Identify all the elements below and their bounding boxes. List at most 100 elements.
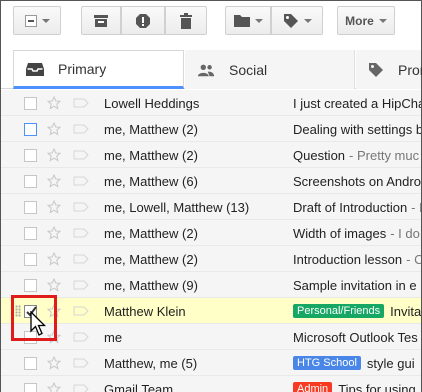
- row-checkbox[interactable]: [24, 357, 37, 370]
- email-row[interactable]: me, Matthew (2) Introduction lesson- C: [1, 246, 421, 272]
- email-subject: Screenshots on Andro: [293, 173, 421, 189]
- row-checkbox[interactable]: [24, 383, 37, 392]
- archive-icon: [94, 14, 108, 27]
- email-subject-line: Introduction lesson- C: [293, 246, 421, 271]
- row-checkbox[interactable]: [24, 253, 37, 266]
- email-row[interactable]: Matthew, me (5) HTG School style gui: [1, 350, 421, 376]
- email-label-badge[interactable]: Personal/Friends: [293, 304, 385, 318]
- chevron-down-icon: [254, 18, 263, 23]
- importance-marker-icon[interactable]: [73, 90, 89, 115]
- tab-promotions[interactable]: Prom: [356, 50, 422, 89]
- email-row[interactable]: me, Matthew (2) Dealing with settings b: [1, 116, 421, 142]
- select-checkbox-icon: [24, 14, 37, 27]
- email-sender: Matthew Klein: [104, 303, 186, 319]
- email-snippet: - Pretty muc: [349, 147, 420, 163]
- more-button[interactable]: More: [337, 6, 395, 35]
- email-subject-line: Microsoft Outlook Tes: [293, 324, 421, 349]
- archive-button[interactable]: [81, 6, 121, 35]
- email-subject-line: Sample invitation in e: [293, 272, 421, 297]
- email-sender: me, Matthew (2): [104, 147, 198, 163]
- tag-icon: [368, 62, 384, 78]
- importance-marker-icon[interactable]: [73, 142, 89, 167]
- select-dropdown-button[interactable]: [13, 6, 61, 35]
- row-checkbox[interactable]: [24, 175, 37, 188]
- email-sender: me, Matthew (9): [104, 277, 198, 293]
- email-sender: Gmail Team: [104, 381, 174, 392]
- email-sender: Matthew, me (5): [104, 355, 198, 371]
- email-subject-line: I just created a HipCha: [293, 90, 421, 115]
- delete-button[interactable]: [165, 6, 207, 35]
- importance-marker-icon[interactable]: [73, 350, 89, 375]
- email-subject-line: Personal/Friends Invita: [293, 298, 421, 323]
- email-row[interactable]: Gmail Team Admin Tips for using: [1, 376, 421, 392]
- email-row[interactable]: me, Lowell, Matthew (13) Draft of Introdu…: [1, 194, 421, 220]
- email-label-badge[interactable]: Admin: [293, 382, 333, 392]
- importance-marker-icon[interactable]: [73, 376, 89, 392]
- star-icon[interactable]: [47, 116, 61, 141]
- importance-marker-icon[interactable]: [73, 194, 89, 219]
- star-icon[interactable]: [47, 350, 61, 375]
- email-subject: Dealing with settings b: [293, 121, 421, 137]
- importance-marker-icon[interactable]: [73, 324, 89, 349]
- importance-marker-icon[interactable]: [73, 220, 89, 245]
- star-icon[interactable]: [47, 194, 61, 219]
- people-icon: [197, 62, 215, 78]
- email-snippet: - C: [406, 251, 421, 267]
- importance-marker-icon[interactable]: [73, 116, 89, 141]
- email-row[interactable]: me, Matthew (9) Sample invitation in e: [1, 272, 421, 298]
- importance-marker-icon[interactable]: [73, 168, 89, 193]
- chevron-down-icon: [303, 18, 312, 23]
- row-checkbox[interactable]: [24, 227, 37, 240]
- importance-marker-icon[interactable]: [73, 298, 89, 323]
- email-row[interactable]: Lowell Heddings I just created a HipCha: [1, 90, 421, 116]
- row-checkbox[interactable]: [24, 279, 37, 292]
- star-icon[interactable]: [47, 90, 61, 115]
- email-snippet: - N: [411, 199, 421, 215]
- email-sender: me, Lowell, Matthew (13): [104, 199, 250, 215]
- email-row[interactable]: me, Matthew (2) Width of images - I do: [1, 220, 421, 246]
- email-list: Lowell Heddings I just created a HipCha me…: [1, 90, 421, 392]
- report-spam-icon: [136, 13, 150, 28]
- email-row[interactable]: Matthew Klein Personal/Friends Invita: [1, 298, 421, 324]
- report-spam-button[interactable]: [121, 6, 165, 35]
- row-checkbox[interactable]: [24, 149, 37, 162]
- email-subject: Width of images: [293, 225, 387, 241]
- email-subject: style gui: [366, 355, 415, 371]
- email-sender: me, Matthew (2): [104, 225, 198, 241]
- email-row[interactable]: me Microsoft Outlook Tes: [1, 324, 421, 350]
- labels-button[interactable]: [271, 6, 323, 35]
- email-sender: me, Matthew (6): [104, 173, 198, 189]
- email-row[interactable]: me, Matthew (6) Screenshots on Andro: [1, 168, 421, 194]
- email-row[interactable]: me, Matthew (2) Question - Pretty muc: [1, 142, 421, 168]
- email-subject: Tips for using: [338, 381, 416, 392]
- trash-icon: [180, 12, 192, 29]
- row-checkbox[interactable]: [24, 97, 37, 110]
- email-subject-line: Dealing with settings b: [293, 116, 421, 141]
- importance-marker-icon[interactable]: [73, 272, 89, 297]
- tab-social[interactable]: Social: [185, 50, 355, 89]
- email-subject-line: Width of images - I do: [293, 220, 421, 245]
- star-icon[interactable]: [47, 220, 61, 245]
- star-icon[interactable]: [47, 376, 61, 392]
- email-sender: me: [104, 329, 123, 345]
- email-subject: Microsoft Outlook Tes: [293, 329, 418, 345]
- star-icon[interactable]: [47, 168, 61, 193]
- email-subject: Draft of Introduction: [293, 199, 408, 215]
- email-subject: Question: [293, 147, 346, 163]
- move-to-button[interactable]: [225, 6, 271, 35]
- email-subject-line: Admin Tips for using: [293, 376, 421, 392]
- importance-marker-icon[interactable]: [73, 246, 89, 271]
- row-checkbox[interactable]: [24, 201, 37, 214]
- row-checkbox[interactable]: [24, 123, 37, 136]
- chevron-down-icon: [378, 18, 387, 23]
- email-sender: Lowell Heddings: [104, 95, 200, 111]
- star-icon[interactable]: [47, 246, 61, 271]
- email-sender: me, Matthew (2): [104, 251, 198, 267]
- chevron-down-icon: [41, 18, 50, 23]
- email-label-badge[interactable]: HTG School: [293, 356, 361, 370]
- tab-social-label: Social: [229, 61, 268, 78]
- star-icon[interactable]: [47, 142, 61, 167]
- tab-primary[interactable]: Primary: [13, 50, 184, 89]
- email-sender: me, Matthew (2): [104, 121, 198, 137]
- tab-primary-label: Primary: [58, 60, 107, 77]
